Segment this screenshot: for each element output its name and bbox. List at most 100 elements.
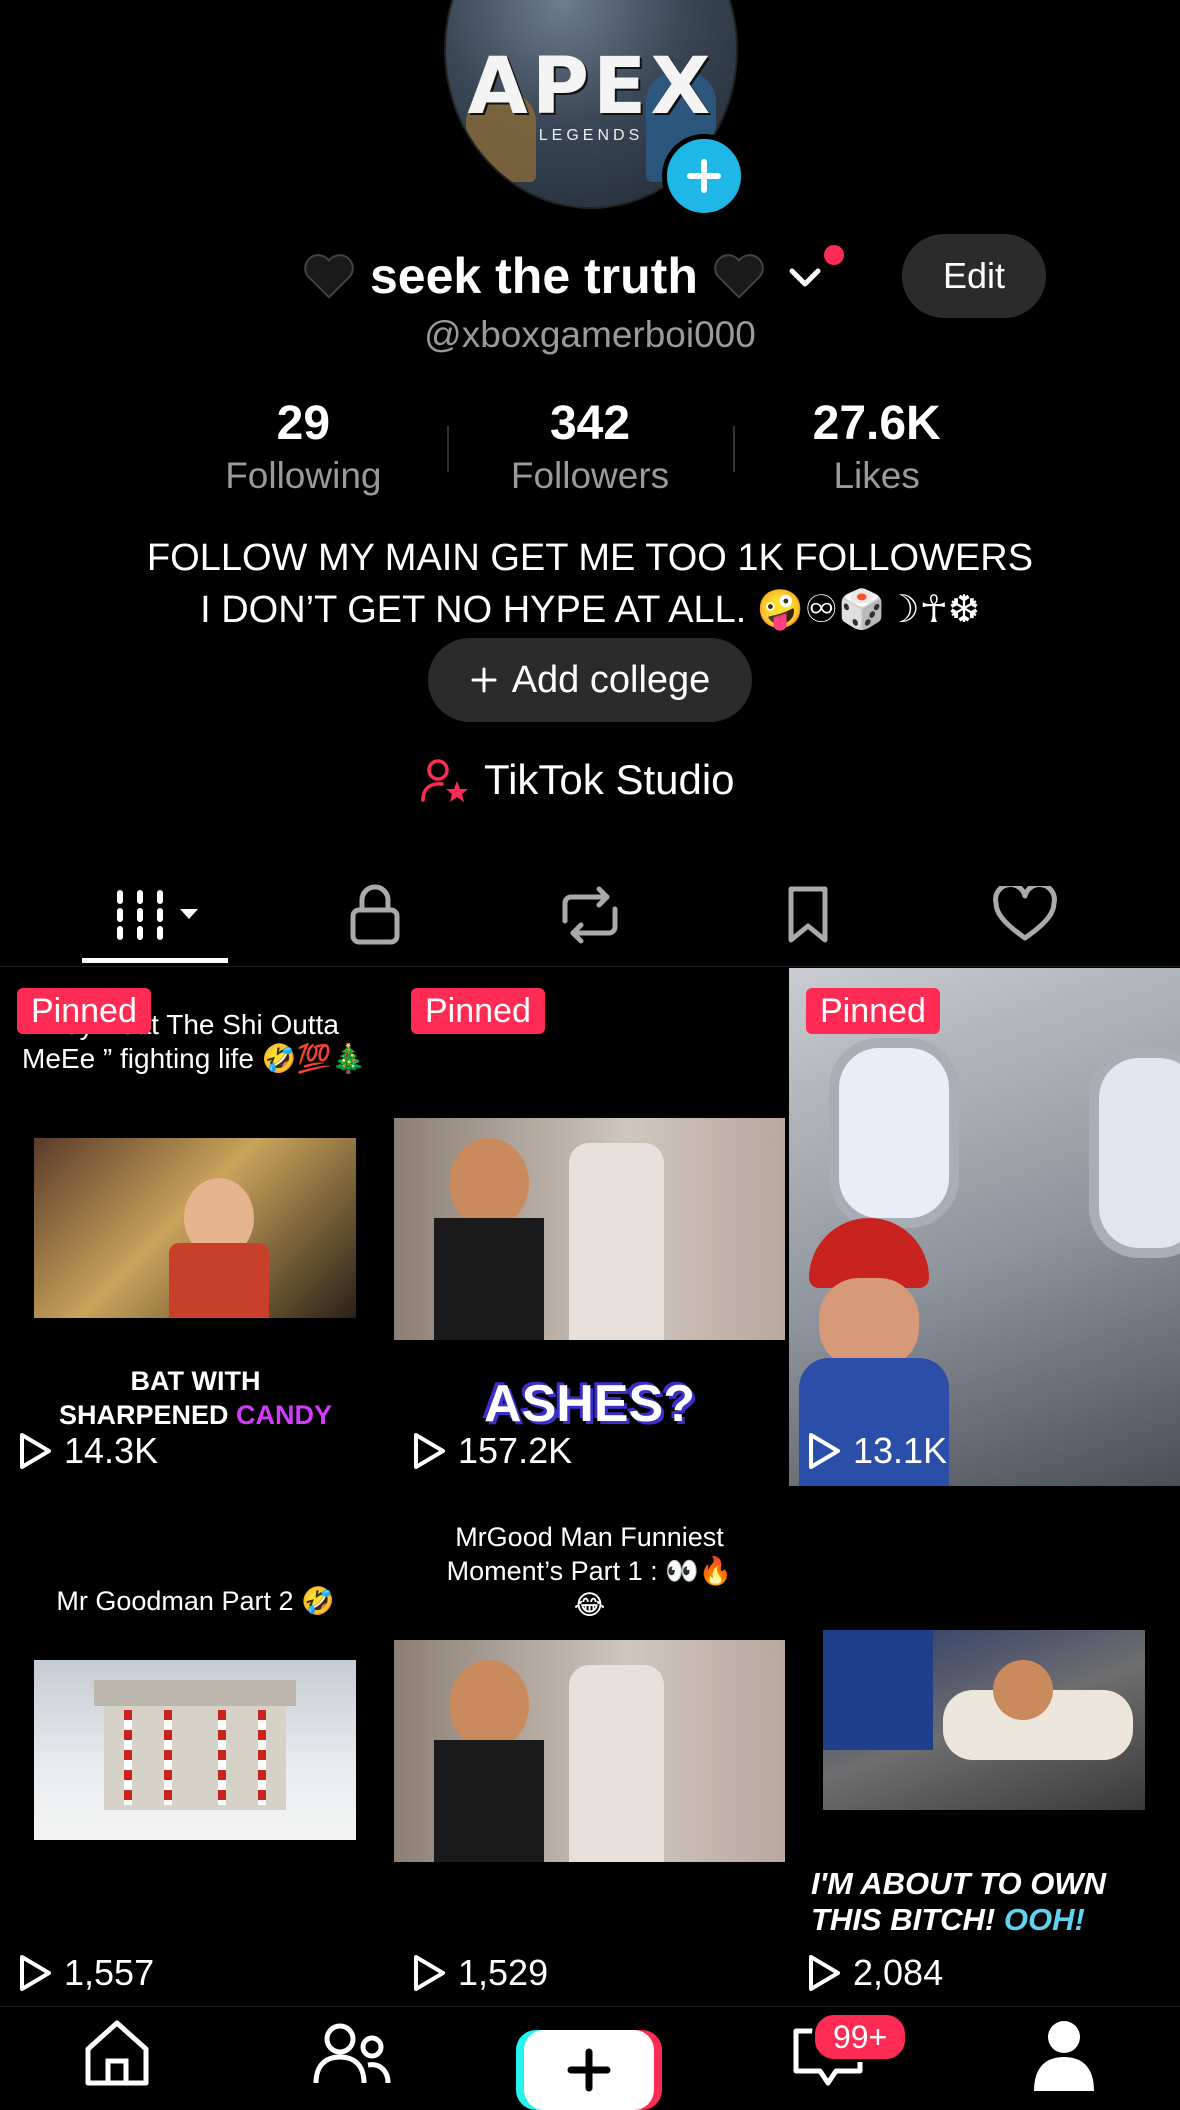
- video-overlay-text: ASHES?: [484, 1375, 695, 1433]
- nav-profile[interactable]: [1032, 2017, 1096, 2096]
- home-icon: [85, 2020, 149, 2086]
- video-frame: [394, 1118, 785, 1340]
- bio-line: I DON’T GET NO HYPE AT ALL. 🤪♾🎲☽☥❆: [200, 589, 980, 631]
- video-overlay-text: I'M ABOUT TO OWN THIS BITCH! OOH!: [811, 1866, 1106, 1937]
- video-thumbnail[interactable]: ASHES? Pinned 157.2K: [394, 968, 785, 1486]
- urn-figure: [569, 1143, 664, 1340]
- tiktok-studio-label: TikTok Studio: [484, 756, 735, 803]
- play-icon: [809, 1433, 840, 1469]
- stat-label: Followers: [510, 455, 670, 496]
- video-thumbnail[interactable]: Pinned 13.1K: [789, 968, 1180, 1486]
- stat-following[interactable]: 29 Following: [160, 396, 447, 497]
- stat-value: 342: [549, 397, 631, 450]
- view-count-value: 14.3K: [64, 1430, 159, 1471]
- view-count-value: 2,084: [853, 1952, 944, 1993]
- play-icon: [414, 1955, 445, 1991]
- stat-divider: [733, 426, 736, 472]
- view-count: 14.3K: [18, 1430, 158, 1472]
- airplane-window: [1089, 1048, 1180, 1258]
- video-thumbnail[interactable]: Mr Goodman Part 2 🤣 1,557: [0, 1490, 391, 2008]
- candy-pillar: [218, 1710, 226, 1805]
- profile-icon: [1034, 2021, 1094, 2091]
- candy-pillar: [164, 1710, 172, 1805]
- repost-icon: [562, 886, 618, 944]
- urn-figure: [569, 1665, 664, 1862]
- video-thumbnail[interactable]: MrGood Man Funniest Moment’s Part 1 : 👀🔥…: [394, 1490, 785, 2008]
- view-count-value: 1,529: [458, 1952, 549, 1993]
- account-switch-button[interactable]: [780, 245, 844, 301]
- edit-profile-button[interactable]: Edit: [902, 234, 1046, 318]
- video-frame: [789, 968, 1180, 1486]
- heart-icon: [993, 886, 1057, 941]
- play-icon: [20, 1433, 51, 1469]
- play-icon: [20, 1955, 51, 1991]
- video-frame: [34, 1660, 356, 1840]
- video-frame: [34, 1138, 356, 1318]
- nav-friends[interactable]: [312, 2017, 392, 2092]
- view-count: 1,557: [18, 1952, 154, 1994]
- video-thumbnail[interactable]: “They Beat The Shi Outta MeEe ” fighting…: [0, 968, 391, 1486]
- video-caption: Mr Goodman Part 2 🤣: [56, 1586, 335, 1616]
- tiktok-studio-link[interactable]: TikTok Studio: [420, 756, 735, 804]
- bookmark-icon: [788, 886, 828, 943]
- video-overlay-text: BAT WITH SHARPENED CANDY: [58, 1366, 333, 1430]
- view-count-value: 1,557: [64, 1952, 155, 1993]
- stat-value: 29: [276, 397, 331, 450]
- display-name-row[interactable]: seek the truth: [300, 236, 844, 316]
- video-caption: MrGood Man Funniest Moment’s Part 1 : 👀🔥…: [446, 1522, 733, 1620]
- add-college-label: Add college: [511, 658, 711, 701]
- video-thumbnail[interactable]: I'M ABOUT TO OWN THIS BITCH! OOH! 2,084: [789, 1490, 1180, 2008]
- view-count: 157.2K: [412, 1430, 572, 1472]
- tab-videos[interactable]: [110, 880, 210, 950]
- stat-followers[interactable]: 342 Followers: [446, 396, 734, 497]
- puppet-head: [993, 1660, 1053, 1720]
- chips-shelf: [823, 1630, 933, 1750]
- profile-tabs: [0, 870, 1180, 966]
- tab-private[interactable]: [335, 880, 415, 950]
- pinned-badge: Pinned: [17, 988, 151, 1034]
- create-video-button[interactable]: [524, 2030, 654, 2110]
- active-tab-indicator: [82, 958, 228, 963]
- pinned-badge: Pinned: [411, 988, 545, 1034]
- play-icon: [809, 1955, 840, 1991]
- add-college-button[interactable]: Add college: [428, 638, 752, 722]
- stat-divider: [446, 426, 449, 472]
- tab-reposts[interactable]: [550, 880, 630, 950]
- view-count: 1,529: [412, 1952, 548, 1994]
- pinned-badge: Pinned: [806, 988, 940, 1034]
- video-frame: [823, 1630, 1145, 1810]
- stat-likes[interactable]: 27.6K Likes: [733, 396, 1020, 497]
- display-name: seek the truth: [370, 248, 698, 304]
- puppet-head: [449, 1138, 529, 1228]
- grid-icon: [117, 890, 198, 940]
- view-count-value: 157.2K: [458, 1430, 573, 1471]
- add-avatar-button[interactable]: [662, 134, 746, 218]
- nav-home[interactable]: [80, 2017, 154, 2092]
- black-heart-icon: [304, 254, 354, 299]
- profile-stats: 29 Following 342 Followers 27.6K Likes: [160, 396, 1020, 497]
- stat-label: Following: [225, 455, 382, 496]
- tab-saved[interactable]: [768, 880, 848, 950]
- puppet-body: [434, 1218, 544, 1340]
- notification-dot: [823, 245, 844, 265]
- friends-icon: [313, 2023, 391, 2084]
- candy-pillar: [124, 1710, 132, 1805]
- puppet-body: [169, 1243, 269, 1318]
- airplane-window: [829, 1038, 959, 1228]
- bio-line: FOLLOW MY MAIN GET ME TOO 1K FOLLOWERS: [146, 537, 1034, 579]
- building-roof: [94, 1680, 296, 1706]
- black-heart-icon: [714, 254, 764, 299]
- chevron-down-icon: [789, 268, 821, 287]
- candy-pillar: [258, 1710, 266, 1805]
- avatar-logo-text: APEX: [467, 42, 715, 132]
- tab-liked[interactable]: [985, 880, 1065, 950]
- puppet-body: [434, 1740, 544, 1862]
- plus-icon: [567, 2048, 611, 2092]
- view-count-value: 13.1K: [853, 1430, 948, 1471]
- video-frame: [394, 1640, 785, 1862]
- tabs-divider: [0, 966, 1180, 967]
- plus-icon: [687, 159, 721, 193]
- puppet-head: [449, 1660, 529, 1750]
- inbox-badge: 99+: [812, 2012, 909, 2062]
- creator-star-icon: [421, 759, 468, 802]
